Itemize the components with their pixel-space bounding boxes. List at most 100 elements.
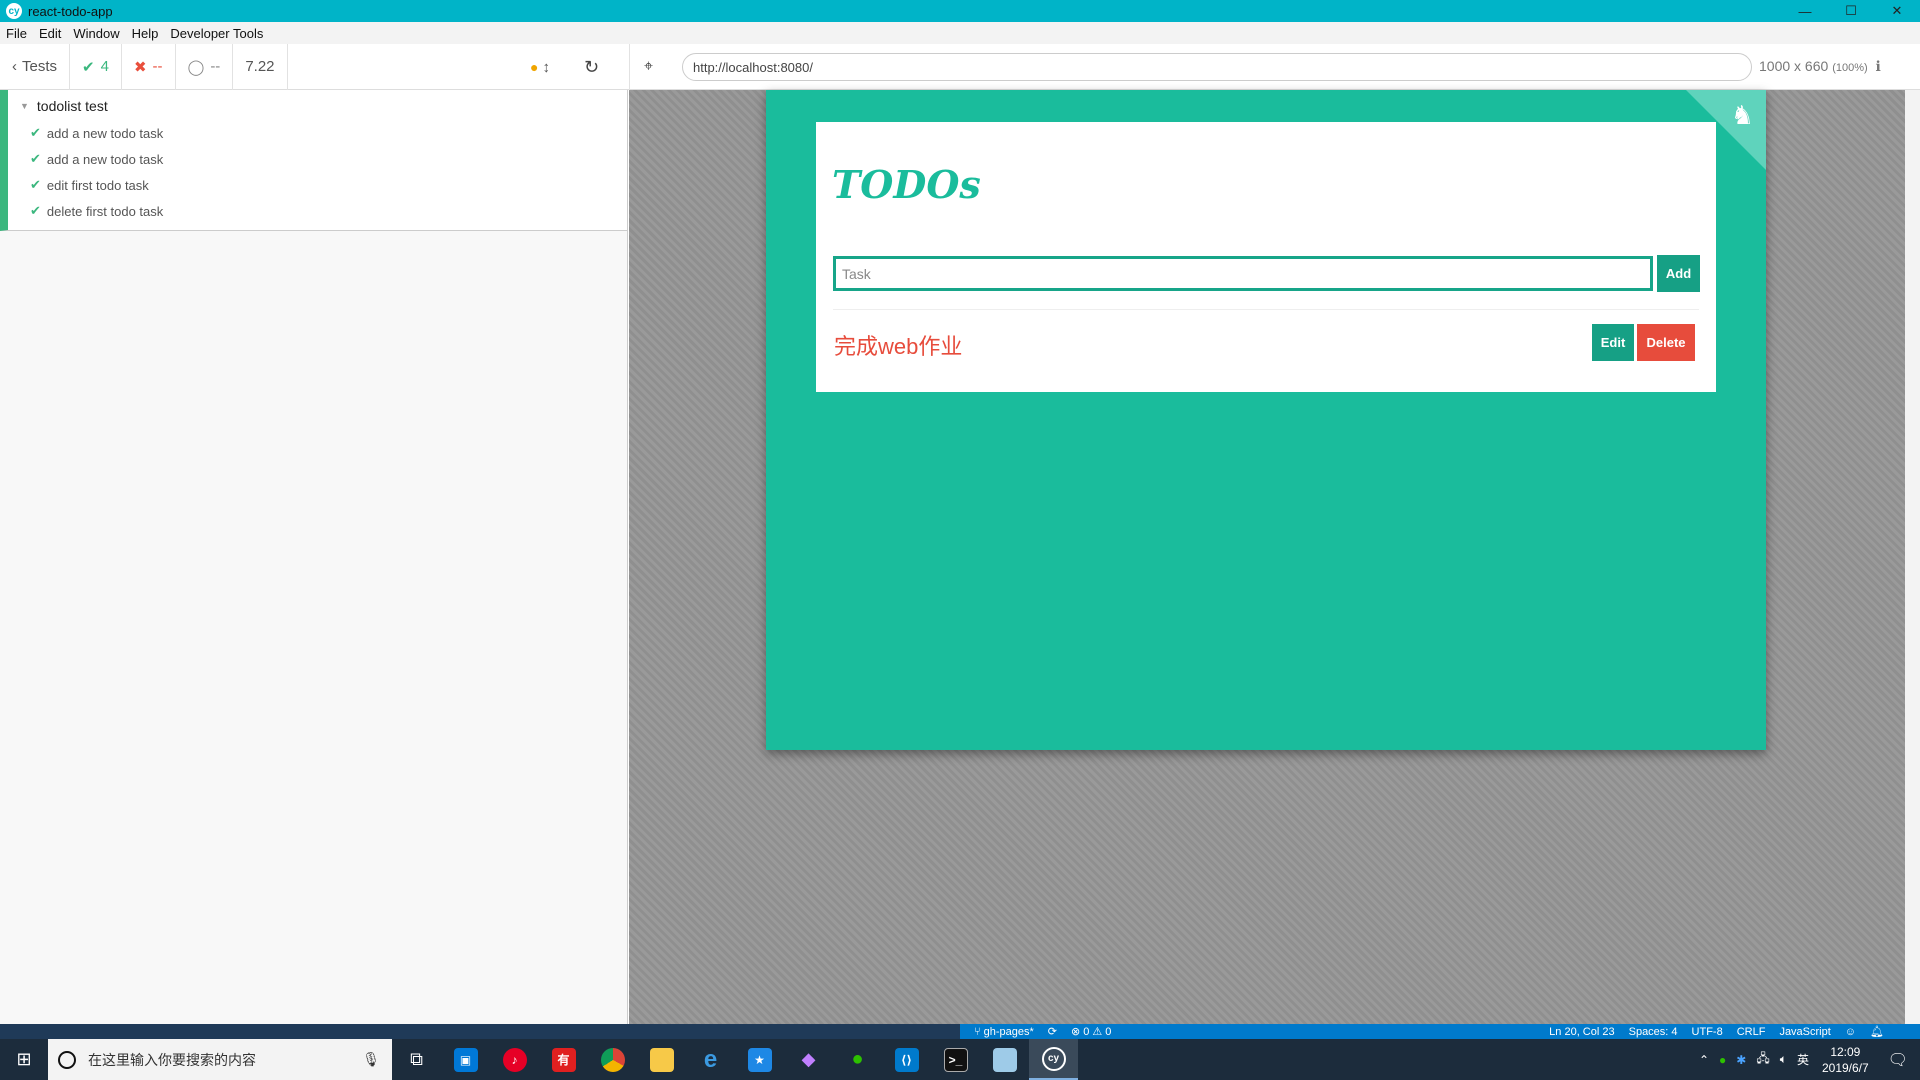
auto-scroll-dot-icon[interactable]: ● (530, 59, 538, 75)
check-icon: ✔ (82, 58, 95, 76)
ime-indicator[interactable]: 英 (1797, 1051, 1809, 1068)
wechat-tray-icon[interactable]: ● (1719, 1053, 1726, 1067)
menu-file[interactable]: File (6, 26, 27, 41)
network-icon[interactable]: 🖧︎ (1756, 1049, 1769, 1070)
url-bar[interactable]: http://localhost:8080/ (682, 53, 1752, 81)
check-icon: ✔ (30, 203, 41, 218)
viewport-size: 1000 x 660 (1759, 58, 1829, 74)
menu-window[interactable]: Window (73, 26, 119, 41)
aut-header: ⌖ http://localhost:8080/ 1000 x 660 (100… (629, 44, 1920, 90)
store-icon[interactable]: ▣ (441, 1039, 490, 1080)
windows-start-icon[interactable]: ⊞ (0, 1039, 48, 1080)
notification-center-icon[interactable]: 🗨︎ (1888, 1050, 1908, 1070)
menu-bar: File Edit Window Help Developer Tools (0, 22, 1920, 44)
language-mode[interactable]: JavaScript (1779, 1026, 1830, 1038)
runner-controls: ● ↕ ↻ (530, 44, 599, 90)
app-title: TODOs (832, 162, 981, 207)
edit-button[interactable]: Edit (1592, 324, 1634, 361)
file-encoding[interactable]: UTF-8 (1692, 1026, 1723, 1038)
test-title: edit first todo task (46, 177, 149, 193)
pending-count: ◯ -- (176, 43, 234, 90)
task-view-icon[interactable]: ⧉ (392, 1039, 441, 1080)
paint-app-icon[interactable]: ◆ (784, 1039, 833, 1080)
duration: 7.22 (233, 43, 288, 90)
indent-setting[interactable]: Spaces: 4 (1629, 1026, 1678, 1038)
circle-icon: ◯ (187, 58, 205, 76)
windows-taskbar: ⊞ 在这里输入你要搜索的内容 🎙︎ ⧉ ▣ ♪ 有 e ★ ◆ ● ⟨⟩ >_ … (0, 1039, 1920, 1080)
system-tray: ⌃ ● ✱ 🖧︎ 🔈︎ 英 12:09 2019/6/7 🗨︎ (1694, 1039, 1920, 1080)
search-placeholder: 在这里输入你要搜索的内容 (88, 1051, 256, 1068)
vscode-status-bar: ⑂ gh-pages* ⟳ ⊗ 0 ⚠ 0 Ln 20, Col 23 Spac… (960, 1024, 1920, 1039)
tests-back-button[interactable]: ‹ Tests (0, 43, 71, 90)
cypress-app-icon[interactable]: cy (1029, 1039, 1078, 1080)
chrome-icon[interactable] (588, 1039, 637, 1080)
bluetooth-icon[interactable]: ✱ (1736, 1053, 1746, 1067)
favorites-app-icon[interactable]: ★ (735, 1039, 784, 1080)
octocat-icon[interactable]: ♞ (1731, 100, 1754, 131)
smiley-icon[interactable]: ☺ (1845, 1026, 1856, 1038)
file-explorer-icon[interactable] (637, 1039, 686, 1080)
minimize-icon[interactable]: — (1782, 0, 1828, 22)
check-icon: ✔ (30, 151, 41, 166)
test-title: add a new todo task (46, 125, 164, 141)
clock-time: 12:09 (1830, 1044, 1861, 1059)
cypress-logo-icon: cy (6, 3, 22, 19)
x-icon: ✖ (133, 58, 147, 76)
divider (833, 309, 1699, 310)
todo-card: TODOs Task Add 完成web作业 Edit Delete (816, 122, 1716, 392)
youdao-icon[interactable]: 有 (539, 1039, 588, 1080)
failed-value: -- (152, 58, 163, 75)
line-ending[interactable]: CRLF (1737, 1026, 1766, 1038)
test-item[interactable]: ✔ edit first todo task (8, 172, 627, 198)
selector-playground-icon[interactable]: ⌖ (644, 58, 653, 76)
vscode-icon[interactable]: ⟨⟩ (882, 1039, 931, 1080)
close-icon[interactable]: ✕ (1874, 0, 1920, 22)
add-button[interactable]: Add (1657, 255, 1700, 292)
info-icon[interactable]: ℹ (1876, 58, 1881, 74)
window-titlebar: cy react-todo-app — ☐ ✕ (0, 0, 1920, 22)
test-item[interactable]: ✔ delete first todo task (8, 198, 627, 224)
chevron-left-icon: ‹ (12, 58, 17, 75)
auto-scroll-arrows-icon[interactable]: ↕ (542, 59, 550, 76)
git-branch[interactable]: gh-pages* (984, 1026, 1034, 1038)
clock[interactable]: 12:09 2019/6/7 (1822, 1044, 1869, 1076)
microphone-icon[interactable]: 🎙︎ (362, 1051, 380, 1068)
test-item[interactable]: ✔ add a new todo task (8, 120, 627, 146)
duration-value: 7.22 (245, 58, 275, 75)
test-suite: ▼ todolist test ✔ add a new todo task ✔ … (0, 90, 627, 231)
bell-icon[interactable]: 🔔︎ (1870, 1025, 1884, 1038)
menu-edit[interactable]: Edit (39, 26, 61, 41)
scrollbar[interactable] (1905, 90, 1920, 1024)
vscode-status-right: Ln 20, Col 23 Spaces: 4 UTF-8 CRLF JavaS… (1549, 1024, 1898, 1039)
volume-icon[interactable]: 🔈︎ (1780, 1052, 1787, 1067)
test-item[interactable]: ✔ add a new todo task (8, 146, 627, 172)
suite-title[interactable]: ▼ todolist test (8, 94, 627, 120)
error-icon: ⊗ (1070, 1026, 1081, 1038)
taskbar-apps: ⧉ ▣ ♪ 有 e ★ ◆ ● ⟨⟩ >_ cy (392, 1039, 1078, 1080)
restart-icon[interactable]: ↻ (584, 57, 599, 78)
maximize-icon[interactable]: ☐ (1828, 0, 1874, 22)
menu-developer-tools[interactable]: Developer Tools (170, 26, 263, 41)
notepad-icon[interactable] (980, 1039, 1029, 1080)
wechat-icon[interactable]: ● (833, 1039, 882, 1080)
edge-icon[interactable]: e (686, 1039, 735, 1080)
branch-icon: ⑂ (974, 1025, 981, 1038)
failed-count: ✖ -- (122, 43, 176, 90)
sync-icon[interactable]: ⟳ (1048, 1025, 1057, 1038)
delete-button[interactable]: Delete (1637, 324, 1695, 361)
taskbar-search[interactable]: 在这里输入你要搜索的内容 🎙︎ (48, 1039, 392, 1080)
passed-count: ✔ 4 (70, 43, 122, 90)
menu-help[interactable]: Help (132, 26, 159, 41)
passed-value: 4 (100, 58, 109, 75)
runner-toolbar: ‹ Tests ✔ 4 ✖ -- ◯ -- 7.22 ● ↕ ↻ ⌖ http:… (0, 43, 1920, 90)
problems-count[interactable]: 0 ⚠ 0 (1083, 1025, 1111, 1038)
tests-label: Tests (22, 58, 58, 75)
netease-music-icon[interactable]: ♪ (490, 1039, 539, 1080)
terminal-icon[interactable]: >_ (931, 1039, 980, 1080)
chevron-up-icon[interactable]: ⌃ (1699, 1053, 1709, 1067)
cursor-position[interactable]: Ln 20, Col 23 (1549, 1026, 1614, 1038)
task-input[interactable]: Task (833, 256, 1653, 291)
pending-value: -- (210, 58, 221, 75)
check-icon: ✔ (30, 177, 41, 192)
cortana-icon (58, 1050, 76, 1069)
